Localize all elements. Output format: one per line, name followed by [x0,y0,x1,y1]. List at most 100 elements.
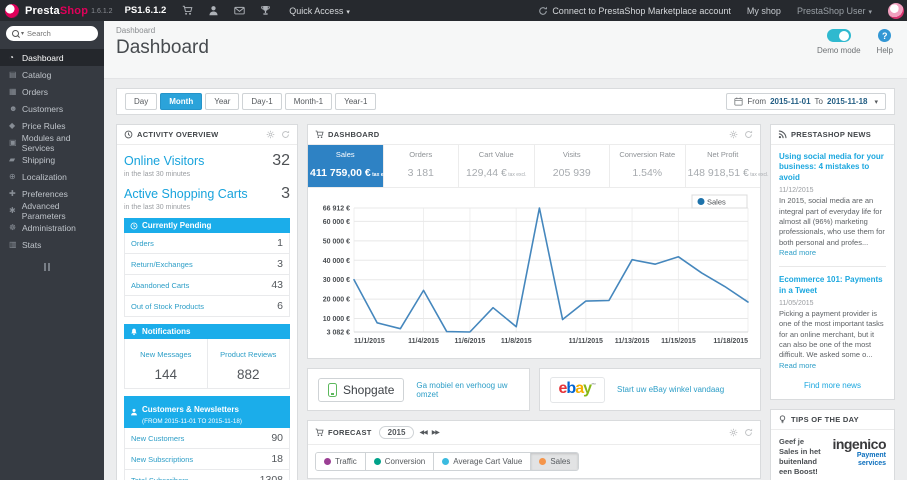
range-button-year[interactable]: Year [205,93,240,110]
search-scope-caret-icon[interactable]: ▾ [21,30,24,37]
sidebar-item-orders[interactable]: ▦ Orders [0,83,104,100]
sidebar-item-localization[interactable]: ⊕ Localization [0,168,104,185]
user-menu[interactable]: PrestaShop User [797,6,872,16]
kpi-orders[interactable]: Orders 3 181 [384,145,459,187]
refresh-icon[interactable] [744,130,753,139]
range-button-day[interactable]: Day [125,93,158,110]
kpi-label: Net Profit [707,150,739,159]
svg-text:11/15/2015: 11/15/2015 [661,338,696,345]
user-avatar[interactable] [888,2,904,19]
active-carts-value: 3 [281,185,290,202]
sidebar-item-label: Shipping [22,154,56,165]
preferences-icon: ✚ [9,189,16,198]
total-subscribers-link[interactable]: Total Subscribers [131,476,189,480]
stats-icon: ▥ [9,240,17,249]
new-customers-value: 90 [271,432,283,444]
abandoned-carts-link[interactable]: Abandoned Carts [131,281,189,290]
forecast-year-badge: 2015 [378,426,415,439]
forecast-toggle-label: Conversion [384,457,426,466]
ps-version-label: PS1.6.1.2 [124,5,167,16]
cart-icon[interactable] [182,5,193,16]
orders-link[interactable]: Orders [131,239,154,248]
sidebar-item-shipping[interactable]: ▰ Shipping [0,151,104,168]
abandoned-carts-value: 43 [271,279,283,291]
rss-icon [778,130,787,139]
shopgate-link[interactable]: Ga mobiel en verhoog uw omzet [416,381,518,399]
date-range-button[interactable]: From 2015-11-01 To 2015-11-18 [726,93,886,110]
online-visitors-link[interactable]: Online Visitors [124,154,204,168]
forecast-toggle-traffic[interactable]: Traffic [316,453,365,470]
news-article-title[interactable]: Using social media for your business: 4 … [779,152,886,183]
trophy-icon[interactable] [260,5,271,16]
search-input[interactable] [27,29,92,38]
return-exchanges-value: 3 [277,258,283,270]
ebay-banner[interactable]: ebay™ Start uw eBay winkel vandaag [538,368,761,411]
read-more-link[interactable]: Read more [779,361,816,370]
new-subscriptions-link[interactable]: New Subscriptions [131,455,193,464]
shopgate-banner[interactable]: Shopgate Ga mobiel en verhoog uw omzet [307,368,530,411]
sidebar-item-price-rules[interactable]: ◆ Price Rules [0,117,104,134]
sidebar-item-modules-and-services[interactable]: ▣ Modules and Services [0,133,104,153]
news-article-title[interactable]: Ecommerce 101: Payments in a Tweet [779,275,886,296]
range-button-month-1[interactable]: Month-1 [284,93,333,110]
return-exchanges-link[interactable]: Return/Exchanges [131,260,193,269]
ebay-link[interactable]: Start uw eBay winkel vandaag [617,385,724,394]
refresh-icon[interactable] [744,428,753,437]
sync-icon [538,6,548,16]
sidebar-item-advanced-parameters[interactable]: ✱ Advanced Parameters [0,201,104,221]
svg-text:11/4/2015: 11/4/2015 [408,338,439,345]
kpi-sales[interactable]: Sales 411 759,00 € tax excl. [308,145,392,187]
kpi-visits[interactable]: Visits 205 939 [535,145,610,187]
refresh-icon[interactable] [281,130,290,139]
next-year-button[interactable]: ▶▶ [432,429,440,436]
search-box[interactable]: ▾ [6,26,98,41]
product-reviews-link[interactable]: Product Reviews [220,350,276,359]
forecast-toggle-average-cart-value[interactable]: Average Cart Value [433,453,531,470]
row-orders: Orders 1 [124,233,290,254]
demo-mode-label: Demo mode [816,46,861,55]
forecast-toggle-conversion[interactable]: Conversion [364,453,434,470]
sidebar-item-label: Price Rules [22,120,66,131]
conversion-dot-icon [373,458,381,465]
previous-year-button[interactable]: ◀◀ [419,429,427,436]
marketplace-link[interactable]: Connect to PrestaShop Marketplace accoun… [538,5,731,16]
messages-icon[interactable] [234,5,245,16]
new-customers-link[interactable]: New Customers [131,434,184,443]
gear-icon[interactable] [266,130,275,139]
kpi-label: Orders [409,150,433,159]
demo-mode-toggle[interactable] [826,29,851,42]
sidebar-item-dashboard[interactable]: ◔ Dashboard [0,49,104,66]
my-shop-link[interactable]: My shop [747,6,781,16]
shopgate-logo: Shopgate [318,377,405,402]
active-carts-link[interactable]: Active Shopping Carts [124,187,248,201]
quick-access-menu[interactable]: Quick Access [289,6,350,16]
section-title: Notifications [142,327,191,336]
gear-icon[interactable] [729,428,738,437]
range-button-year-1[interactable]: Year-1 [335,93,377,110]
sidebar-item-catalog[interactable]: ▤ Catalog [0,66,104,83]
news-article: Ecommerce 101: Payments in a Tweet 11/05/… [779,275,886,371]
sidebar-item-administration[interactable]: ☸ Administration [0,219,104,236]
out-of-stock-products-link[interactable]: Out of Stock Products [131,302,204,311]
sidebar-collapse-button[interactable] [44,263,104,271]
read-more-link[interactable]: Read more [779,248,816,257]
kpi-cart-value[interactable]: Cart Value 129,44 € tax excl. [459,145,535,187]
ebay-letter: y [583,379,592,397]
range-button-day-1[interactable]: Day-1 [242,93,282,110]
sidebar-item-stats[interactable]: ▥ Stats [0,236,104,253]
sidebar-item-customers[interactable]: ☻ Customers [0,100,104,117]
dashboard-panel: Dashboard Sales 411 759,00 € tax excl. Ord… [307,124,769,359]
currently-pending-section: Currently Pending Orders 1 Return/Exchange… [124,218,290,317]
customers-icon: ☻ [9,104,18,113]
find-more-news-link[interactable]: Find more news [779,381,886,390]
customers-quick-icon[interactable] [208,5,219,16]
online-visitors-sub: in the last 30 minutes [124,171,191,178]
range-button-month[interactable]: Month [160,93,203,110]
kpi-net-profit[interactable]: Net Profit 148 918,51 € tax excl. [686,145,769,187]
kpi-conversion-rate[interactable]: Conversion Rate 1.54% [610,145,686,187]
forecast-toggle-sales[interactable]: Sales [530,453,579,470]
new-messages-link[interactable]: New Messages [140,350,191,359]
gear-icon[interactable] [729,130,738,139]
help-icon[interactable]: ? [878,29,892,42]
sidebar-item-preferences[interactable]: ✚ Preferences [0,185,104,202]
